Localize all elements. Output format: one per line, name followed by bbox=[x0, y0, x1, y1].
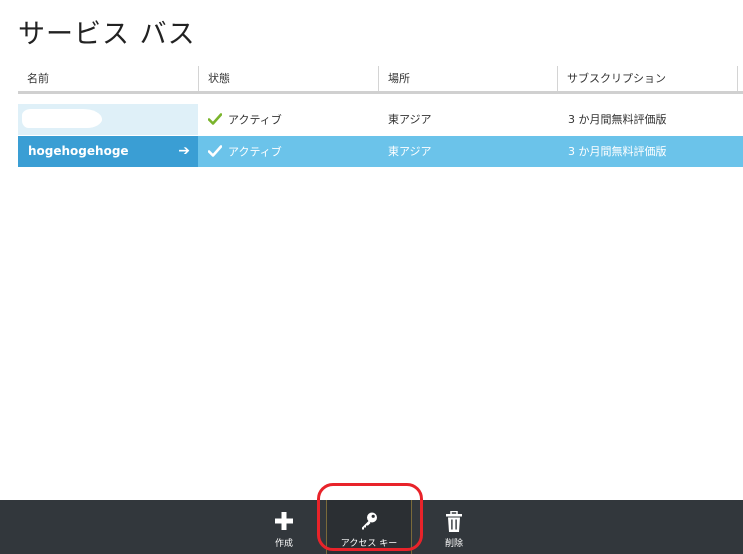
create-button[interactable]: 作成 bbox=[256, 500, 312, 554]
create-label: 作成 bbox=[274, 539, 293, 549]
name-cell[interactable] bbox=[18, 104, 198, 135]
delete-button[interactable]: 削除 bbox=[426, 500, 482, 554]
command-bar: 作成 アクセス キー 削除 bbox=[0, 500, 743, 554]
redacted-name-part bbox=[78, 113, 102, 126]
trash-icon bbox=[446, 511, 462, 532]
delete-label: 削除 bbox=[444, 539, 463, 549]
subscription-cell: 3 か月間無料評価版 bbox=[568, 113, 667, 126]
table-row-selected[interactable]: hogehogehoge ➔ アクティブ 東アジア 3 か月間無料評価版 bbox=[18, 136, 743, 167]
location-cell: 東アジア bbox=[388, 145, 432, 158]
arrow-right-icon[interactable]: ➔ bbox=[178, 136, 190, 167]
check-icon bbox=[208, 145, 222, 157]
status-cell: アクティブ bbox=[198, 104, 378, 135]
plus-icon bbox=[275, 512, 293, 530]
table-row[interactable]: アクティブ 東アジア 3 か月間無料評価版 bbox=[18, 104, 743, 135]
table-header: 名前 状態 場所 サブスクリプション bbox=[18, 66, 743, 94]
column-header-location[interactable]: 場所 bbox=[378, 66, 558, 91]
location-cell: 東アジア bbox=[388, 113, 432, 126]
access-key-label: アクセス キー bbox=[340, 539, 398, 549]
column-header-name[interactable]: 名前 bbox=[18, 66, 198, 91]
status-text: アクティブ bbox=[228, 145, 282, 159]
column-header-subscription[interactable]: サブスクリプション bbox=[557, 66, 738, 91]
status-cell: アクティブ bbox=[198, 136, 378, 167]
subscription-cell: 3 か月間無料評価版 bbox=[568, 145, 667, 158]
name-cell[interactable]: hogehogehoge ➔ bbox=[18, 136, 198, 167]
key-icon bbox=[362, 512, 377, 530]
page-title: サービス バス bbox=[18, 19, 196, 50]
column-header-status[interactable]: 状態 bbox=[198, 66, 378, 91]
namespace-name[interactable]: hogehogehoge bbox=[28, 144, 129, 158]
check-icon bbox=[208, 113, 222, 125]
access-key-button[interactable]: アクセス キー bbox=[326, 500, 412, 554]
status-text: アクティブ bbox=[228, 113, 282, 127]
